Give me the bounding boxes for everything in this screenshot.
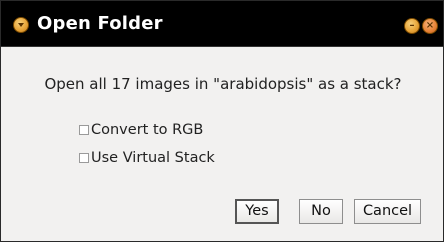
close-icon[interactable]: × [422,18,438,34]
checkbox-label: Use Virtual Stack [91,150,215,166]
window-title: Open Folder [37,13,163,34]
dialog-message: Open all 17 images in "arabidopsis" as a… [44,75,402,93]
title-bar[interactable]: Open Folder – × [1,1,443,47]
convert-to-rgb-checkbox[interactable]: Convert to RGB [79,122,203,138]
use-virtual-stack-checkbox[interactable]: Use Virtual Stack [79,150,215,166]
checkbox-box[interactable] [79,125,89,135]
no-button[interactable]: No [299,199,343,224]
dialog-window: Open Folder – × Open all 17 images in "a… [0,0,444,242]
checkbox-box[interactable] [79,153,89,163]
minimize-icon[interactable]: – [404,18,420,34]
checkbox-label: Convert to RGB [91,122,204,138]
window-menu-icon[interactable] [13,17,29,33]
cancel-button[interactable]: Cancel [354,199,421,224]
yes-button[interactable]: Yes [235,199,279,224]
